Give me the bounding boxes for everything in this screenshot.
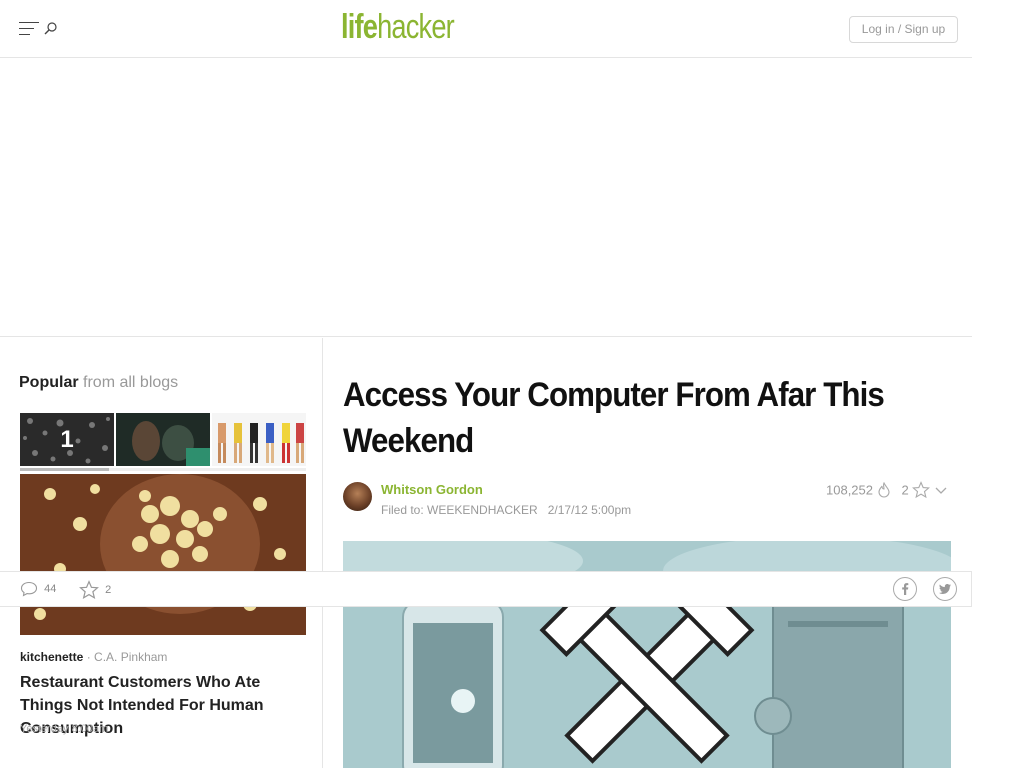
ad-placeholder bbox=[0, 59, 972, 337]
filed-label: Filed to: bbox=[381, 503, 424, 517]
chevron-down-icon[interactable] bbox=[934, 483, 948, 497]
site-logo[interactable]: lifehacker bbox=[341, 8, 455, 47]
article-meta: Filed to: WEEKENDHACKER 2/17/12 5:00pm bbox=[381, 503, 631, 517]
thumb-image-2 bbox=[116, 413, 210, 466]
star-icon[interactable] bbox=[912, 481, 931, 499]
feature-kicker: kitchenette · C.A. Pinkham bbox=[20, 650, 167, 664]
popular-heading-light: from all blogs bbox=[83, 374, 179, 391]
article-stats: 108,252 2 bbox=[826, 481, 948, 499]
search-icon[interactable] bbox=[44, 21, 58, 35]
view-count: 108,252 bbox=[826, 482, 873, 498]
facebook-share-button[interactable] bbox=[893, 577, 917, 601]
stars-count: 2 bbox=[105, 584, 112, 596]
star-button[interactable]: 2 bbox=[79, 580, 112, 600]
author-avatar[interactable] bbox=[343, 482, 372, 511]
carousel-number: 1 bbox=[60, 426, 74, 453]
thumb-image-3 bbox=[212, 413, 306, 466]
comments-count: 44 bbox=[44, 583, 57, 595]
popular-heading-strong: Popular bbox=[19, 374, 79, 391]
twitter-icon bbox=[939, 584, 951, 594]
carousel-progress-bar bbox=[20, 468, 306, 471]
popular-sidebar: Popular from all blogs 1 kitchenette · C… bbox=[0, 338, 323, 768]
popular-carousel: 1 bbox=[20, 413, 306, 466]
logo-part-hacker: hacker bbox=[377, 8, 455, 46]
feature-author[interactable]: C.A. Pinkham bbox=[94, 650, 167, 664]
author-name-link[interactable]: Whitson Gordon bbox=[381, 482, 483, 497]
star-icon bbox=[79, 580, 99, 600]
carousel-thumb-3[interactable] bbox=[212, 413, 306, 466]
twitter-share-button[interactable] bbox=[933, 577, 957, 601]
article-title: Access Your Computer From Afar This Week… bbox=[343, 376, 885, 460]
kicker-separator: · bbox=[86, 650, 91, 664]
hamburger-menu-icon[interactable] bbox=[19, 22, 39, 36]
filed-tag-link[interactable]: WEEKENDHACKER bbox=[427, 503, 538, 517]
article-date: 2/17/12 5:00pm bbox=[547, 503, 632, 517]
site-header: lifehacker Log in / Sign up bbox=[0, 0, 972, 58]
feature-site-link[interactable]: kitchenette bbox=[20, 650, 83, 664]
popcorn-feature-image[interactable] bbox=[20, 474, 306, 635]
popcorn-illustration bbox=[20, 474, 306, 635]
star-count: 2 bbox=[901, 482, 909, 498]
carousel-thumb-2[interactable] bbox=[116, 413, 210, 466]
feature-timestamp: Yesterday 8:00am bbox=[20, 723, 109, 735]
comment-icon bbox=[20, 581, 38, 597]
popular-heading: Popular from all blogs bbox=[19, 374, 178, 392]
sticky-share-bar: 44 2 bbox=[0, 571, 972, 607]
flame-icon bbox=[878, 481, 890, 498]
carousel-thumb-1[interactable]: 1 bbox=[20, 413, 114, 466]
logo-part-life: life bbox=[341, 8, 378, 46]
facebook-icon bbox=[902, 583, 909, 595]
login-signup-button[interactable]: Log in / Sign up bbox=[849, 16, 958, 43]
carousel-progress-fill bbox=[20, 468, 109, 471]
comments-button[interactable]: 44 bbox=[20, 581, 56, 599]
